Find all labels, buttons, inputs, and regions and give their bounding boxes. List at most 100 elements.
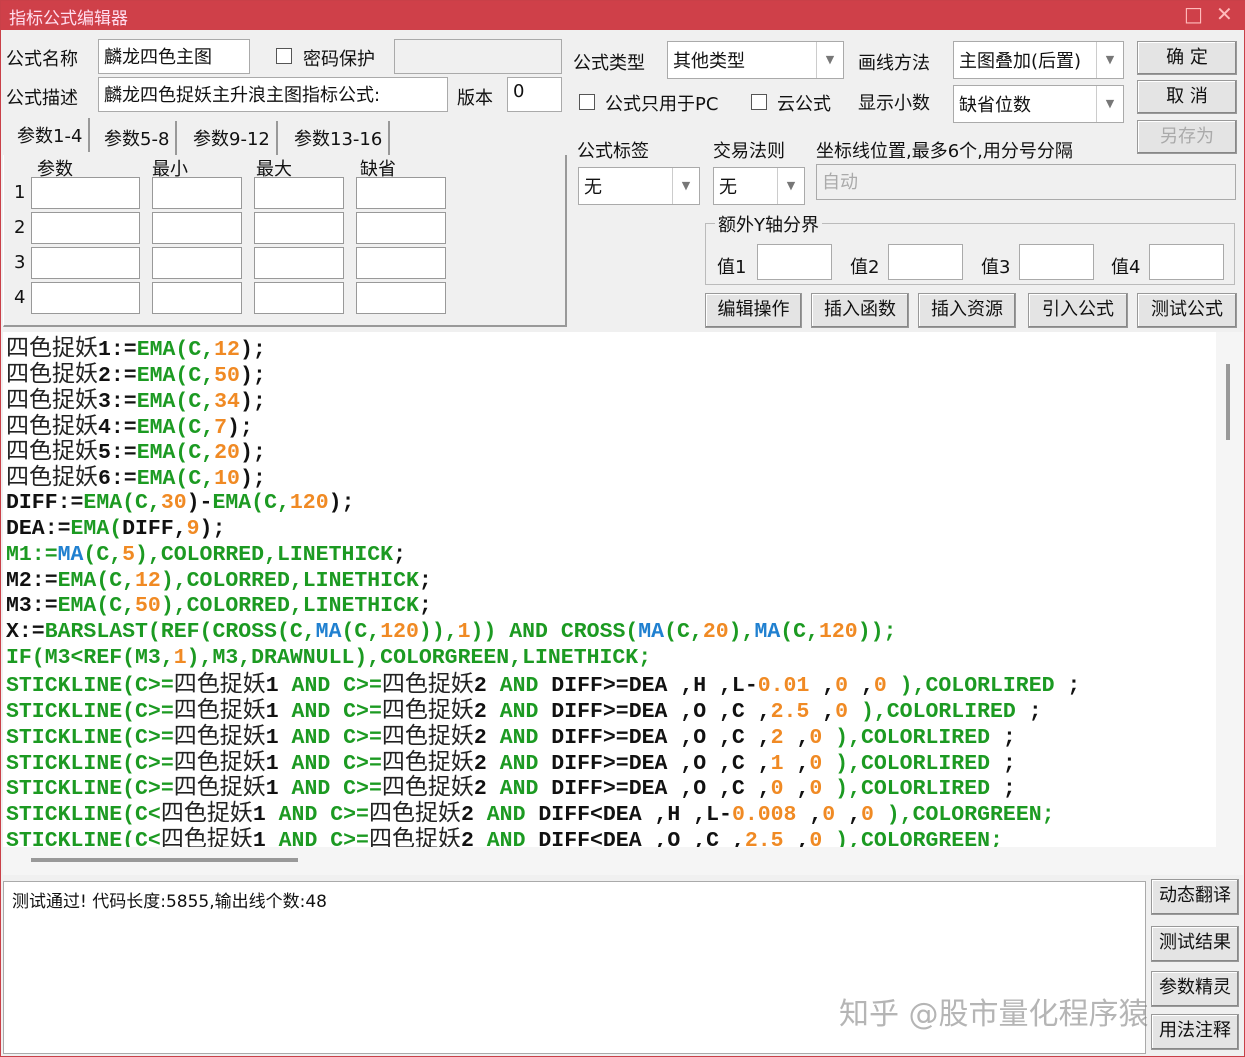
code-token: EMA(C, [136,415,215,440]
code-token: 2 [770,725,784,750]
param-input-最大[interactable] [254,177,344,209]
tab-params-13-16[interactable]: 参数13-16 [288,121,391,155]
code-token: ; [418,568,432,593]
param-input-参数[interactable] [31,247,140,279]
code-token: ),COLORLIRED [886,673,1055,698]
scrollbar-thumb[interactable] [31,858,298,862]
code-token: 四色捉妖 [381,774,474,801]
param-input-缺省[interactable] [356,282,446,314]
code-token: C>= [343,777,382,802]
tag-select[interactable]: 无 ▼ [578,167,700,205]
close-icon[interactable]: ✕ [1216,2,1233,26]
code-token: , [783,829,810,847]
code-token: C>= [343,699,382,724]
decimal-label: 显示小数 [858,93,930,114]
tab-params-9-12[interactable]: 参数9-12 [187,121,278,155]
y-value-2-input[interactable] [888,244,963,280]
param-input-最小[interactable] [152,177,242,209]
param-input-最小[interactable] [152,247,242,279]
password-checkbox[interactable] [276,48,292,64]
chevron-down-icon: ▼ [672,168,699,204]
code-token: EMA(C, [136,389,215,414]
code-token: AND [499,777,552,802]
y-value-3-input[interactable] [1019,244,1094,280]
code-token: 四色捉妖 [173,748,266,775]
code-token: , [783,751,810,776]
param-wizard-button[interactable]: 参数精灵 [1151,971,1239,1007]
code-editor[interactable]: 四色捉妖1:=EMA(C,12); 四色捉妖2:=EMA(C,50); 四色捉妖3:… [3,332,1216,847]
watermark: 知乎 @股市量化程序猿 [839,997,1149,1032]
code-token: 120 [289,491,329,516]
type-select[interactable]: 其他类型 ▼ [667,41,844,79]
draw-select[interactable]: 主图叠加(后置) ▼ [953,41,1124,79]
param-row-number: 3 [14,252,26,273]
param-input-最大[interactable] [254,282,344,314]
code-token: 50 [214,363,240,388]
param-input-最小[interactable] [152,282,242,314]
cancel-button[interactable]: 取 消 [1137,80,1237,114]
name-input[interactable]: 麟龙四色主图 [98,39,250,74]
decimal-select[interactable]: 缺省位数 ▼ [953,85,1124,123]
param-input-参数[interactable] [31,282,140,314]
code-token: , [848,673,874,698]
scrollbar-thumb[interactable] [1226,364,1230,440]
code-token: ); [239,338,266,362]
code-token: ),COLORRED,LINETHICK [160,594,419,619]
insert-function-button[interactable]: 插入函数 [811,293,909,328]
code-token: 1 [457,620,471,645]
code-token: 0 [809,777,823,802]
code-token: EMA(C, [57,594,136,619]
version-input[interactable]: 0 [507,77,562,112]
code-token: 0 [809,725,823,750]
code-token: 5:= [98,441,137,466]
param-input-参数[interactable] [31,177,140,209]
insert-resource-button[interactable]: 插入资源 [918,293,1016,328]
ok-button[interactable]: 确 定 [1137,41,1237,75]
code-token: AND [486,829,539,847]
vertical-scrollbar[interactable] [1216,332,1243,847]
trade-select[interactable]: 无 ▼ [713,167,805,205]
param-input-参数[interactable] [31,212,140,244]
param-input-缺省[interactable] [356,177,446,209]
password-input[interactable] [394,39,562,74]
test-result-button[interactable]: 测试结果 [1151,926,1239,962]
code-token: 34 [214,389,240,414]
code-token: ); [239,363,266,388]
param-input-最小[interactable] [152,212,242,244]
code-line: X:=BARSLAST(REF(CROSS(C,MA(C,120)),1)) A… [6,620,1213,646]
desc-input[interactable]: 麟龙四色捉妖主升浪主图指标公式: [98,77,448,112]
save-as-button[interactable]: 另存为 [1137,120,1237,154]
edit-ops-button[interactable]: 编辑操作 [705,293,802,328]
y-value-4-input[interactable] [1149,244,1224,280]
test-formula-button[interactable]: 测试公式 [1137,293,1237,328]
code-token: M3:= [6,594,58,619]
param-input-最大[interactable] [254,247,344,279]
code-token: AND [291,751,344,776]
translate-button[interactable]: 动态翻译 [1151,879,1239,915]
draw-value: 主图叠加(后置) [959,51,1082,72]
code-line: 四色捉妖6:=EMA(C,10); [6,464,1213,491]
code-token: MA [315,620,342,645]
import-formula-button[interactable]: 引入公式 [1028,293,1128,328]
code-token: 50 [135,594,161,619]
y-value-1-input[interactable] [757,244,832,280]
usage-notes-button[interactable]: 用法注释 [1151,1014,1239,1050]
code-token: (C, [780,620,819,645]
code-token: ),COLORLIRED [822,777,990,802]
code-token: 1 [265,725,292,750]
axis-input[interactable]: 自动 [816,164,1236,200]
tab-params-1-4[interactable]: 参数1-4 [11,118,91,152]
horizontal-scrollbar[interactable] [3,847,1243,875]
param-input-缺省[interactable] [356,247,446,279]
maximize-icon[interactable]: □ [1184,2,1203,26]
cloud-checkbox[interactable] [751,94,767,110]
tab-params-5-8[interactable]: 参数5-8 [98,121,178,155]
pc-only-checkbox[interactable] [579,94,595,110]
code-token: )- [186,491,213,516]
param-input-最大[interactable] [254,212,344,244]
tag-label: 公式标签 [577,141,649,162]
code-token: 0 [873,673,887,698]
param-input-缺省[interactable] [356,212,446,244]
code-line: DIFF:=EMA(C,30)-EMA(C,120); [6,491,1213,517]
code-line: DEA:=EMA(DIFF,9); [6,517,1213,543]
